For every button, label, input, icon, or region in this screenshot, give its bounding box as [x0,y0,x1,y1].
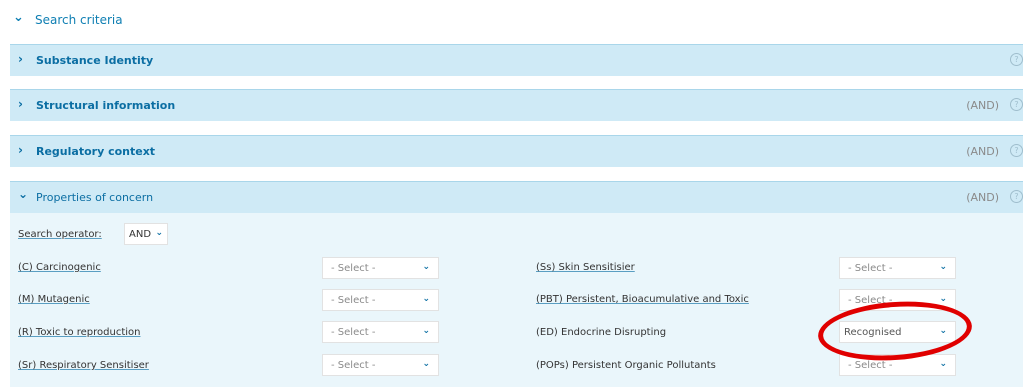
select-value: - Select - [848,263,893,274]
chevron-right-icon: › [18,52,23,66]
help-circle-icon[interactable]: ? [1010,53,1023,66]
chevron-down-icon: ⌄ [939,359,947,369]
chevron-down-icon: ⌄ [422,294,430,304]
panel-structural-information[interactable]: › Structural information (AND) ? [10,89,1023,121]
panel-title: Structural information [36,99,176,112]
help-circle-icon[interactable]: ? [1010,98,1023,111]
panel-regulatory-context[interactable]: › Regulatory context (AND) ? [10,135,1023,167]
panel-title: Regulatory context [36,145,156,158]
chevron-down-icon: ⌄ [13,10,24,25]
and-label: (AND) [966,191,999,204]
and-label: (AND) [966,145,999,158]
prop-label-respiratory-sensitiser: (Sr) Respiratory Sensitiser [18,360,149,371]
select-value: - Select - [331,360,376,371]
prop-label-mutagenic: (M) Mutagenic [18,294,90,305]
select-skin-sensitiser[interactable]: - Select - ⌄ [839,257,956,279]
select-value: - Select - [331,327,376,338]
panel-properties-of-concern[interactable]: ⌄ Properties of concern (AND) ? [10,181,1023,213]
select-mutagenic[interactable]: - Select - ⌄ [322,289,439,311]
search-operator-value: AND [129,229,152,240]
chevron-down-icon: ⌄ [422,359,430,369]
prop-label-endocrine-disrupting: (ED) Endocrine Disrupting [536,327,667,338]
chevron-down-icon: ⌄ [422,326,430,336]
chevron-down-icon: ⌄ [18,187,29,201]
chevron-down-icon: ⌄ [422,262,430,272]
select-respiratory-sensitiser[interactable]: - Select - ⌄ [322,354,439,376]
prop-label-skin-sensitiser: (Ss) Skin Sensitisier [536,262,635,273]
chevron-right-icon: › [18,143,23,157]
chevron-down-icon: ⌄ [155,228,163,238]
panel-title: Properties of concern [36,191,154,204]
search-operator-label: Search operator: [18,229,102,240]
panel-title: Substance Identity [36,54,154,67]
prop-label-pops: (POPs) Persistent Organic Pollutants [536,360,716,371]
select-value: - Select - [848,360,893,371]
chevron-down-icon: ⌄ [939,262,947,272]
prop-label-pbt: (PBT) Persistent, Bioacumulative and Tox… [536,294,749,305]
search-operator-select[interactable]: AND ⌄ [124,223,168,245]
select-carcinogenic[interactable]: - Select - ⌄ [322,257,439,279]
select-value: - Select - [331,295,376,306]
help-circle-icon[interactable]: ? [1010,144,1023,157]
search-criteria-label: Search criteria [35,13,123,27]
chevron-right-icon: › [18,97,23,111]
panel-substance-identity[interactable]: › Substance Identity ? [10,44,1023,76]
chevron-down-icon: ⌄ [939,294,947,304]
prop-label-carcinogenic: (C) Carcinogenic [18,262,101,273]
and-label: (AND) [966,99,999,112]
prop-label-reproductive-toxicity: (R) Toxic to reproduction [18,327,141,338]
select-value: - Select - [331,263,376,274]
help-circle-icon[interactable]: ? [1010,190,1023,203]
select-reproductive-toxicity[interactable]: - Select - ⌄ [322,321,439,343]
